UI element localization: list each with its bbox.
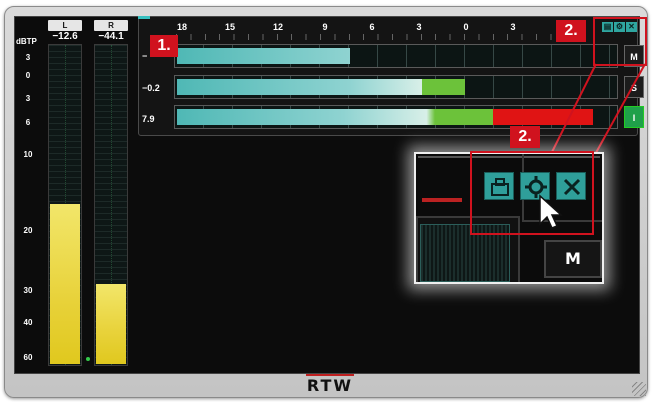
callout-badge-2-zoom: 2. bbox=[510, 126, 540, 148]
zoom-button-m[interactable]: M bbox=[544, 240, 602, 278]
rtw-logo: RTW bbox=[300, 374, 360, 395]
resize-grip[interactable] bbox=[632, 382, 646, 396]
callout-box-zoom bbox=[470, 151, 594, 235]
